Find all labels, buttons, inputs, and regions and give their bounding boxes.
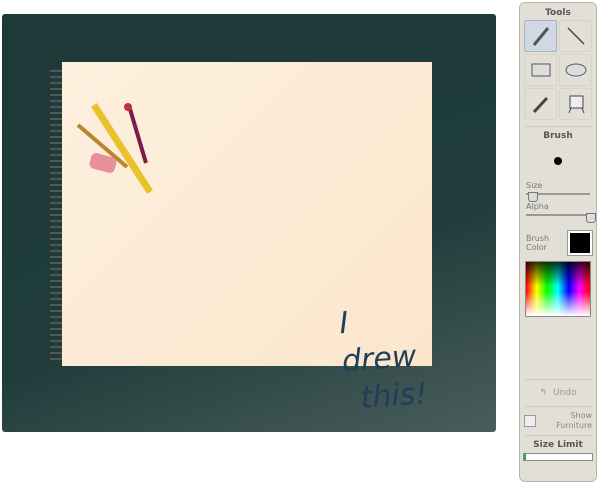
rectangle-tool-button[interactable]	[524, 54, 557, 86]
show-furniture-label: Show Furniture	[556, 411, 592, 430]
handwritten-text: I drew this!	[338, 299, 436, 419]
size-limit-label: Size Limit	[533, 440, 583, 450]
brush-icon	[532, 27, 549, 46]
ellipse-icon	[565, 63, 586, 77]
rectangle-icon	[531, 63, 550, 77]
brush-color-label: Brush Color	[526, 234, 550, 252]
undo-icon: ↰	[539, 388, 548, 398]
size-limit-fill	[524, 454, 527, 460]
easel-tool-button[interactable]	[559, 88, 592, 120]
tools-title: Tools	[545, 8, 571, 18]
show-furniture-checkbox[interactable]	[524, 415, 536, 427]
size-label: Size	[526, 181, 543, 190]
undo-label: Undo	[553, 388, 577, 398]
size-limit-bar	[523, 453, 593, 461]
line-tool-button[interactable]	[559, 20, 592, 52]
drawing-canvas[interactable]: I drew this!	[62, 62, 432, 416]
text-line: this!	[359, 376, 429, 416]
color-picker[interactable]	[525, 261, 591, 317]
tools-panel: Tools Brush Size Alpha Brush Color ↰ Undo…	[519, 2, 597, 482]
line-icon	[566, 27, 585, 45]
size-slider[interactable]	[526, 190, 590, 202]
alpha-slider-thumb[interactable]	[586, 213, 596, 223]
eyedropper-icon	[532, 96, 548, 114]
brush-color-swatch[interactable]	[567, 230, 593, 256]
alpha-slider[interactable]	[526, 211, 596, 223]
eyedropper-tool-button[interactable]	[524, 88, 557, 120]
alpha-label: Alpha	[526, 202, 549, 211]
ellipse-tool-button[interactable]	[559, 54, 592, 86]
text-line: I drew	[338, 305, 418, 380]
size-slider-thumb[interactable]	[528, 192, 539, 202]
brush-title: Brush	[543, 131, 573, 141]
art-supplies-icon	[76, 103, 153, 194]
brush-tool-button[interactable]	[524, 20, 557, 52]
brush-preview	[554, 157, 562, 165]
easel-icon	[568, 95, 584, 114]
undo-button[interactable]: ↰ Undo	[520, 384, 596, 402]
